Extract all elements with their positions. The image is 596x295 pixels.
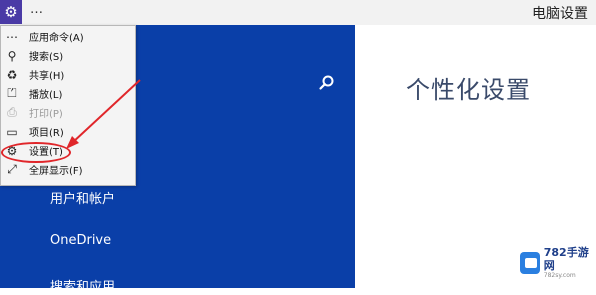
page-heading: 个性化设置 <box>406 76 531 104</box>
project-icon: ▭ <box>6 124 18 139</box>
nav-item-users-accounts[interactable]: 用户和帐户 <box>50 188 115 207</box>
share-icon: ♻ <box>6 67 18 82</box>
menu-item-label: 共享(H) <box>29 71 65 82</box>
watermark-url: 782sy.com <box>543 272 576 279</box>
search-icon[interactable] <box>318 74 336 92</box>
title-bar: ⚙ … 电脑设置 <box>0 0 596 26</box>
site-logo-icon <box>520 252 540 274</box>
menu-item-play[interactable]: ⏍ 播放(L) <box>1 84 135 103</box>
watermark-name: 782手游网 <box>543 246 589 272</box>
menu-item-app-commands[interactable]: ⋯ 应用命令(A) <box>1 27 135 46</box>
menu-item-print: ⎙ 打印(P) <box>1 103 135 122</box>
fullscreen-icon: ⤢ <box>7 162 17 176</box>
menu-item-label: 全屏显示(F) <box>29 166 83 177</box>
annotation-ellipse <box>1 142 71 163</box>
menu-item-label: 应用命令(A) <box>29 33 84 44</box>
menu-item-search[interactable]: ⚲ 搜索(S) <box>1 46 135 65</box>
menu-item-label: 播放(L) <box>29 90 63 101</box>
menu-item-label: 打印(P) <box>29 109 63 120</box>
nav-item-onedrive[interactable]: OneDrive <box>50 233 111 248</box>
title-dots[interactable]: … <box>30 2 44 17</box>
menu-item-fullscreen[interactable]: ⤢ 全屏显示(F) <box>1 160 135 179</box>
menu-item-share[interactable]: ♻ 共享(H) <box>1 65 135 84</box>
play-icon: ⏍ <box>7 86 17 100</box>
print-icon: ⎙ <box>7 105 17 119</box>
search-icon: ⚲ <box>7 48 17 63</box>
app-gear-icon[interactable]: ⚙ <box>0 0 22 24</box>
site-watermark: 782手游网 782sy.com <box>516 244 594 282</box>
menu-item-label: 搜索(S) <box>29 52 64 63</box>
dots-icon: ⋯ <box>6 29 18 44</box>
nav-item-search-apps[interactable]: 搜索和应用 <box>50 276 115 295</box>
menu-item-label: 项目(R) <box>29 128 64 139</box>
window-title: 电脑设置 <box>532 6 588 22</box>
menu-item-project[interactable]: ▭ 项目(R) <box>1 122 135 141</box>
